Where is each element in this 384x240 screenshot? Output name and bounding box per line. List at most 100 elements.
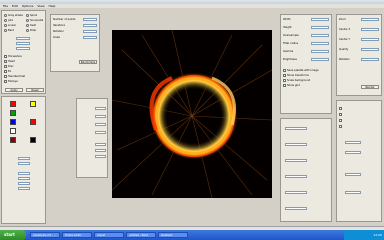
height-field[interactable]: [311, 26, 329, 29]
radio-linear[interactable]: [4, 24, 7, 27]
row-label: Bent: [8, 29, 15, 32]
value-field[interactable]: [95, 131, 106, 134]
gradient-panel: [1, 96, 46, 224]
value-field[interactable]: [18, 187, 30, 190]
value-field[interactable]: [285, 127, 307, 130]
radio-gray[interactable]: [4, 14, 7, 17]
checkbox[interactable]: [4, 60, 7, 63]
menu-edit[interactable]: Edit: [12, 4, 18, 8]
menu-file[interactable]: File: [3, 4, 8, 8]
checkbox[interactable]: [339, 107, 342, 110]
rotation-field[interactable]: [361, 58, 379, 61]
oversample-field[interactable]: [311, 34, 329, 37]
taskbar-item[interactable]: untitled - Paint: [126, 232, 156, 238]
value-field[interactable]: [95, 155, 106, 158]
row-label: Horseshoe: [8, 55, 22, 58]
rotation-field[interactable]: [83, 30, 97, 33]
taskbar-item[interactable]: Flame editor: [62, 232, 92, 238]
taskbar-item[interactable]: Gradient: [158, 232, 188, 238]
radio-julia[interactable]: [4, 19, 7, 22]
value-field[interactable]: [285, 191, 307, 194]
fractal-preview[interactable]: [112, 30, 272, 198]
randomize-button[interactable]: Randomize: [79, 60, 97, 64]
radio-polar[interactable]: [26, 29, 29, 32]
apply-button[interactable]: Apply: [5, 88, 23, 92]
value-field[interactable]: [95, 107, 106, 110]
value-field[interactable]: [95, 123, 106, 126]
value-field[interactable]: [345, 151, 361, 154]
quality-field[interactable]: [361, 48, 379, 51]
value-field[interactable]: [95, 143, 106, 146]
checkbox[interactable]: [339, 119, 342, 122]
value-field[interactable]: [285, 143, 307, 146]
fractal-image: [112, 30, 272, 198]
render-button[interactable]: Render: [361, 85, 379, 89]
value-field[interactable]: [345, 141, 361, 144]
menu-options[interactable]: Options: [22, 4, 34, 8]
value-field[interactable]: [16, 42, 30, 45]
start-button[interactable]: start: [0, 230, 26, 240]
color-swatch[interactable]: [30, 137, 36, 143]
row-label: Polar: [30, 29, 37, 32]
color-swatch[interactable]: [10, 110, 16, 116]
center-x-field[interactable]: [361, 28, 379, 31]
color-swatch[interactable]: [30, 119, 36, 125]
taskbar-item[interactable]: Adjust: [94, 232, 124, 238]
value-field[interactable]: [16, 37, 30, 40]
value-field[interactable]: [18, 172, 30, 175]
value-field[interactable]: [345, 173, 361, 176]
iterations-field[interactable]: [83, 24, 97, 27]
value-field[interactable]: [95, 149, 106, 152]
checkbox[interactable]: [4, 55, 7, 58]
value-field[interactable]: [285, 207, 307, 210]
checkbox[interactable]: [283, 69, 286, 72]
value-field[interactable]: [285, 159, 307, 162]
checkbox[interactable]: [283, 84, 286, 87]
brightness-field[interactable]: [311, 58, 329, 61]
color-swatch[interactable]: [10, 119, 16, 125]
center-y-field[interactable]: [361, 38, 379, 41]
filter-field[interactable]: [311, 42, 329, 45]
checkbox[interactable]: [339, 125, 342, 128]
scale-field[interactable]: [83, 36, 97, 39]
zoom-field[interactable]: [361, 18, 379, 21]
value-field[interactable]: [16, 47, 30, 50]
width-field[interactable]: [311, 18, 329, 21]
radio-swirl[interactable]: [26, 24, 29, 27]
value-field[interactable]: [95, 115, 106, 118]
radio-bent[interactable]: [4, 29, 7, 32]
field-label: Oversample: [283, 34, 299, 37]
checkbox[interactable]: [283, 79, 286, 82]
value-field[interactable]: [18, 182, 30, 185]
value-field[interactable]: [285, 175, 307, 178]
row-label: Spiral: [30, 14, 38, 17]
color-map-panel: [280, 118, 332, 222]
reset-button[interactable]: Reset: [26, 88, 44, 92]
menu-view[interactable]: View: [37, 4, 44, 8]
radio-sinusoidal[interactable]: [26, 19, 29, 22]
points-field[interactable]: [83, 18, 97, 21]
taskbar-item[interactable]: Apophysis 2.0 - ...: [30, 232, 60, 238]
transform-list-panel: [76, 98, 108, 178]
checkbox[interactable]: [4, 65, 7, 68]
radio-spiral[interactable]: [26, 14, 29, 17]
field-label: Filter radius: [283, 42, 299, 45]
gamma-field[interactable]: [311, 50, 329, 53]
checkbox[interactable]: [283, 74, 286, 77]
checkbox[interactable]: [339, 113, 342, 116]
value-field[interactable]: [18, 177, 30, 180]
color-swatch[interactable]: [10, 137, 16, 143]
color-swatch[interactable]: [10, 128, 16, 134]
field-label: Rotation: [339, 58, 350, 61]
color-swatch[interactable]: [10, 101, 16, 107]
row-label: Handkerchief: [8, 75, 26, 78]
checkbox[interactable]: [4, 80, 7, 83]
field-label: Center Y: [339, 38, 351, 41]
menu-help[interactable]: Help: [49, 4, 56, 8]
checkbox[interactable]: [4, 70, 7, 73]
value-field[interactable]: [18, 162, 30, 165]
value-field[interactable]: [345, 191, 361, 194]
value-field[interactable]: [18, 157, 30, 160]
checkbox[interactable]: [4, 75, 7, 78]
color-swatch[interactable]: [30, 101, 36, 107]
